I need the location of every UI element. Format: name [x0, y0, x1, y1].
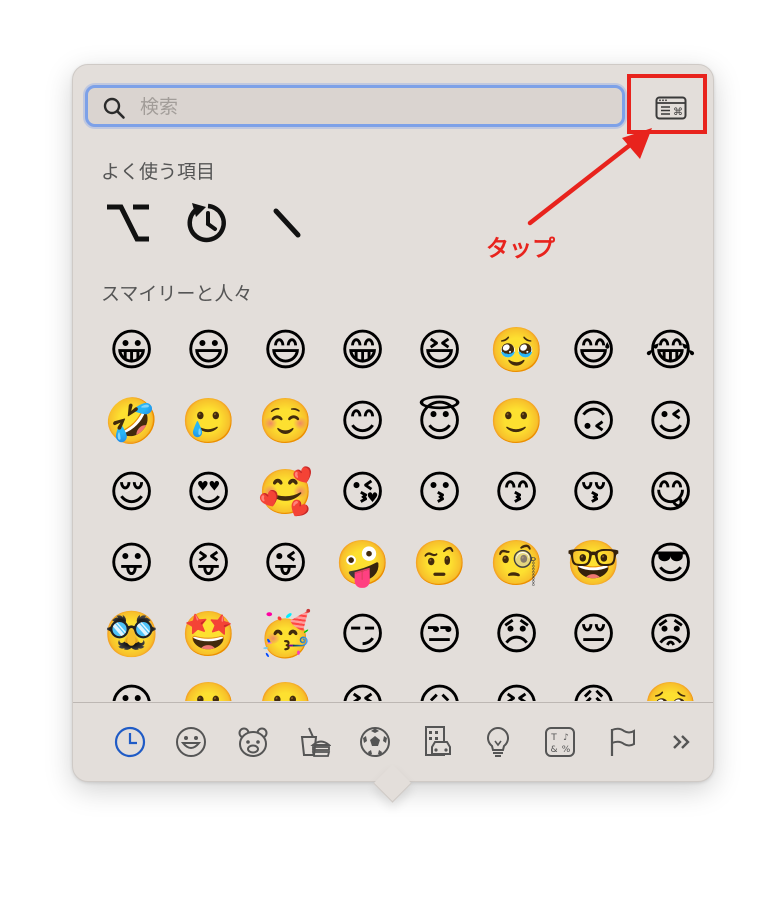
soccer-ball-icon	[360, 727, 391, 757]
emoji-cell[interactable]: 🤨	[401, 528, 478, 599]
emoji-cell[interactable]: 🤣	[93, 386, 170, 457]
frequent-item-option-key[interactable]	[101, 197, 155, 249]
search-field[interactable]	[85, 85, 625, 127]
category-objects[interactable]	[467, 722, 528, 762]
smileys-title: スマイリーと人々	[101, 283, 253, 305]
frequent-item-undo-circle[interactable]	[181, 197, 235, 249]
emoji-cell[interactable]: 🧐	[478, 528, 555, 599]
category-flags[interactable]	[590, 722, 651, 762]
emoji-cell[interactable]: 😗	[401, 457, 478, 528]
svg-text:%: %	[561, 745, 570, 755]
search-input[interactable]	[138, 91, 612, 123]
emoji-cell[interactable]: 😫	[478, 670, 555, 701]
frequent-item-backslash[interactable]	[261, 197, 315, 249]
emoji-cell[interactable]: 😘	[324, 457, 401, 528]
emoji-cell[interactable]: 🤩	[170, 599, 247, 670]
svg-text:&: &	[550, 745, 557, 755]
bear-icon	[238, 727, 268, 757]
emoji-cell[interactable]: 😒	[401, 599, 478, 670]
building-car-icon	[424, 726, 451, 756]
smiley-icon	[176, 727, 207, 757]
emoji-cell[interactable]: 😇	[401, 386, 478, 457]
emoji-grid: 😀 😃 😄 😁 😆 🥹 😅 😂 🤣 🥲 ☺️ 😊 😇 🙂 🙃 😉 😌 😍 🥰 😘 😗 😙 😚 😋 😛 😝 😜 🤪 🤨 🧐 🤓 😎 🥸 🤩 🥳 😏 😒 😞 😔…	[93, 315, 713, 701]
emoji-cell[interactable]: 🥲	[170, 386, 247, 457]
emoji-cell[interactable]: 😜	[247, 528, 324, 599]
emoji-cell[interactable]: 😏	[324, 599, 401, 670]
emoji-cell[interactable]: 😁	[324, 315, 401, 386]
emoji-cell[interactable]: 🙃	[555, 386, 632, 457]
emoji-cell[interactable]: 😩	[555, 670, 632, 701]
category-food-drink[interactable]	[283, 722, 344, 762]
emoji-cell[interactable]: 😟	[632, 599, 709, 670]
svg-text:T: T	[550, 733, 557, 743]
emoji-cell[interactable]: 😂	[632, 315, 709, 386]
emoji-cell[interactable]: 🙁	[170, 670, 247, 701]
category-activity[interactable]	[345, 722, 406, 762]
emoji-cell[interactable]: 🤪	[324, 528, 401, 599]
emoji-cell[interactable]: 😄	[247, 315, 324, 386]
emoji-cell[interactable]: 😛	[93, 528, 170, 599]
emoji-cell[interactable]: 🙂	[478, 386, 555, 457]
emoji-cell[interactable]: 🥹	[478, 315, 555, 386]
emoji-cell[interactable]: 🥳	[247, 599, 324, 670]
frequently-used-row	[101, 197, 315, 249]
backslash-stroke-icon	[273, 208, 301, 238]
double-chevron-icon	[673, 735, 691, 749]
flag-icon	[610, 727, 635, 756]
emoji-cell[interactable]: 😚	[555, 457, 632, 528]
annotation-tap-label: タップ	[486, 236, 555, 262]
emoji-cell[interactable]: 😃	[170, 315, 247, 386]
lightbulb-icon	[487, 726, 510, 757]
emoji-cell[interactable]: 😖	[401, 670, 478, 701]
emoji-cell[interactable]: 😌	[93, 457, 170, 528]
emoji-cell[interactable]: 😎	[632, 528, 709, 599]
search-icon	[103, 97, 125, 119]
emoji-cell[interactable]: 😋	[632, 457, 709, 528]
emoji-cell[interactable]: 🥺	[632, 670, 709, 701]
emoji-cell[interactable]: 🥰	[247, 457, 324, 528]
category-animals-nature[interactable]	[222, 722, 283, 762]
emoji-cell[interactable]: 😆	[401, 315, 478, 386]
emoji-cell[interactable]: ☺️	[247, 386, 324, 457]
emoji-cell[interactable]: 😊	[324, 386, 401, 457]
category-symbols[interactable]: T ♪ & %	[529, 722, 590, 762]
emoji-cell[interactable]: ☹️	[247, 670, 324, 701]
undo-circle-icon	[187, 203, 226, 243]
annotation-highlight-box	[627, 74, 707, 134]
emoji-cell[interactable]: 😔	[555, 599, 632, 670]
emoji-cell[interactable]: 😉	[632, 386, 709, 457]
category-frequently-used[interactable]	[99, 722, 160, 762]
frequently-used-title: よく使う項目	[101, 161, 216, 183]
emoji-cell[interactable]: 🤓	[555, 528, 632, 599]
emoji-cell[interactable]: 😍	[170, 457, 247, 528]
emoji-cell[interactable]: 😕	[93, 670, 170, 701]
category-smileys-people[interactable]	[160, 722, 221, 762]
svg-text:♪: ♪	[563, 733, 569, 743]
emoji-cell[interactable]: 🥸	[93, 599, 170, 670]
category-travel-places[interactable]	[406, 722, 467, 762]
category-more[interactable]	[652, 722, 713, 762]
option-key-icon	[107, 204, 149, 242]
food-icon	[300, 727, 331, 757]
emoji-cell[interactable]: 😝	[170, 528, 247, 599]
emoji-cell[interactable]: 😙	[478, 457, 555, 528]
emoji-cell[interactable]: 😞	[478, 599, 555, 670]
emoji-cell[interactable]: 😣	[324, 670, 401, 701]
emoji-cell[interactable]: 😀	[93, 315, 170, 386]
symbols-icon: T ♪ & %	[544, 727, 575, 757]
emoji-picker-panel: ⌘ よく使う項目 スマイリーと人々 😀😃😄😁😆🥹😅😂🤣🥲☺️�	[72, 64, 714, 782]
emoji-cell[interactable]: 😅	[555, 315, 632, 386]
clock-icon	[114, 726, 145, 758]
